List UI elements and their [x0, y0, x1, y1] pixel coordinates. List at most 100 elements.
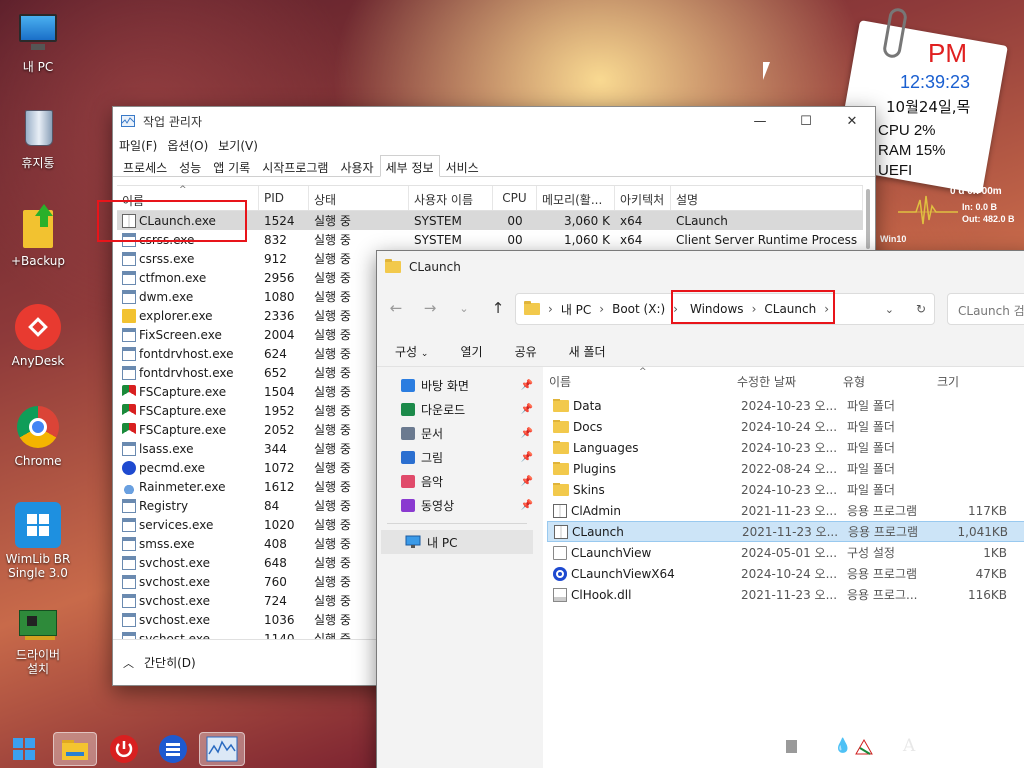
col-type[interactable]: 유형: [843, 373, 933, 390]
nav-item-pictures[interactable]: 그림 📌: [377, 445, 537, 469]
cell-type: 파일 폴더: [847, 483, 895, 497]
start-icon[interactable]: [4, 732, 44, 766]
tab-processes[interactable]: 프로세스: [117, 155, 173, 176]
desktop-icon-wimlib[interactable]: WimLib BR Single 3.0: [0, 502, 76, 580]
desktop-icon-anydesk[interactable]: AnyDesk: [0, 304, 76, 368]
maximize-button[interactable]: ☐: [783, 107, 829, 135]
breadcrumb-windows[interactable]: Windows: [690, 302, 744, 316]
menu-options[interactable]: 옵션(O): [167, 137, 208, 154]
chevron-up-icon[interactable]: ︿: [123, 655, 134, 671]
nav-item-this-pc[interactable]: 내 PC: [381, 530, 533, 554]
desktop-icon-label: Chrome: [14, 454, 62, 468]
search-input[interactable]: CLaunch 검색: [947, 293, 1024, 325]
desktop-icon-backup[interactable]: +Backup: [0, 204, 76, 268]
pin-icon[interactable]: 📌: [521, 500, 533, 511]
cell-name: Skins: [547, 482, 741, 497]
organize-button[interactable]: 구성 ⌄: [395, 343, 428, 360]
col-user[interactable]: 사용자 이름: [409, 186, 493, 210]
nav-item-music[interactable]: 음악 📌: [377, 469, 537, 493]
task-manager-icon[interactable]: [199, 732, 245, 766]
video-icon: [401, 498, 415, 512]
show-desktop-icon[interactable]: [786, 740, 797, 753]
address-bar[interactable]: › 내 PC › Boot (X:) › Windows › CLaunch ›…: [515, 293, 935, 325]
tab-performance[interactable]: 성능: [173, 155, 207, 176]
file-row[interactable]: Languages 2024-10-23 오... 파일 폴더: [547, 437, 1024, 458]
tab-bar: 프로세스 성능 앱 기록 시작프로그램 사용자 세부 정보 서비스: [113, 155, 875, 177]
dll-icon: [553, 587, 567, 602]
power-icon[interactable]: [104, 732, 144, 766]
back-arrow-icon[interactable]: ←: [383, 299, 409, 317]
file-row[interactable]: Docs 2024-10-24 오... 파일 폴더: [547, 416, 1024, 437]
menu-app-icon[interactable]: [153, 732, 193, 766]
file-name: ClAdmin: [571, 503, 621, 518]
breadcrumb-this-pc[interactable]: 내 PC: [561, 301, 591, 318]
pin-icon[interactable]: 📌: [521, 380, 533, 391]
tab-users[interactable]: 사용자: [334, 155, 379, 176]
file-row[interactable]: Plugins 2022-08-24 오... 파일 폴더: [547, 458, 1024, 479]
tab-app-history[interactable]: 앱 기록: [207, 155, 256, 176]
tab-services[interactable]: 서비스: [440, 155, 485, 176]
desktop-icon-chrome[interactable]: Chrome: [0, 404, 76, 468]
table-row[interactable]: csrss.exe 832 실행 중 SYSTEM 00 1,060 K x64 Client…: [117, 230, 863, 249]
pin-icon[interactable]: 📌: [521, 428, 533, 439]
tab-details[interactable]: 세부 정보: [379, 155, 440, 177]
desktop-icon-driver-install[interactable]: 드라이버 설치: [0, 604, 76, 676]
ime-tray-icon[interactable]: A: [903, 736, 915, 756]
minimize-button[interactable]: —: [737, 107, 783, 135]
col-size[interactable]: 크기: [933, 373, 1003, 390]
up-arrow-icon[interactable]: ↑: [485, 299, 511, 317]
desktop-icon-recycle-bin[interactable]: 휴지통: [0, 106, 76, 170]
new-folder-button[interactable]: 새 폴더: [569, 343, 606, 360]
nav-item-download[interactable]: 다운로드 📌: [377, 397, 537, 421]
fscapture-tray-icon[interactable]: [854, 738, 874, 756]
nav-item-label: 다운로드: [421, 402, 466, 417]
breadcrumb-claunch[interactable]: CLaunch: [764, 302, 816, 316]
forward-arrow-icon[interactable]: →: [417, 299, 443, 317]
file-row[interactable]: ClAdmin 2021-11-23 오... 응용 프로그램 117KB: [547, 500, 1024, 521]
menu-view[interactable]: 보기(V): [218, 137, 258, 154]
fewer-details-button[interactable]: 간단히(D): [144, 654, 196, 671]
cell-name: CLaunch: [548, 524, 742, 539]
col-name[interactable]: 이름: [117, 186, 259, 210]
col-date-modified[interactable]: 수정한 날짜: [737, 373, 843, 390]
claunch-icon: [554, 524, 568, 539]
col-arch[interactable]: 아키텍처: [615, 186, 671, 210]
scrollbar-thumb[interactable]: [866, 189, 870, 249]
menu-file[interactable]: 파일(F): [119, 137, 157, 154]
file-row[interactable]: Skins 2024-10-23 오... 파일 폴더: [547, 479, 1024, 500]
desktop-icon-label: 드라이버 설치: [15, 648, 61, 676]
open-button[interactable]: 열기: [460, 343, 482, 360]
nav-item-video[interactable]: 동영상 📌: [377, 493, 537, 517]
window-title: 작업 관리자: [143, 114, 203, 129]
desktop-icon-this-pc[interactable]: 내 PC: [0, 10, 76, 74]
address-dropdown-icon[interactable]: ⌄: [885, 303, 894, 316]
file-row[interactable]: CLaunchViewX64 2024-10-24 오... 응용 프로그램 47KB: [547, 563, 1024, 584]
widget-ram: RAM 15%: [878, 142, 946, 159]
file-row[interactable]: CLaunch 2021-11-23 오... 응용 프로그램 1,041KB: [547, 521, 1024, 542]
table-row[interactable]: CLaunch.exe 1524 실행 중 SYSTEM 00 3,060 K x64 CLa…: [117, 211, 863, 230]
file-row[interactable]: ClHook.dll 2021-11-23 오... 응용 프로그... 116KB: [547, 584, 1024, 605]
process-name: services.exe: [139, 517, 214, 532]
col-memory[interactable]: 메모리(활...: [537, 186, 615, 210]
nav-item-document[interactable]: 문서 📌: [377, 421, 537, 445]
col-cpu[interactable]: CPU: [493, 186, 537, 210]
col-pid[interactable]: PID: [259, 186, 309, 210]
rainmeter-tray-icon[interactable]: 💧: [834, 738, 851, 754]
nav-item-desktop[interactable]: 바탕 화면 📌: [377, 373, 537, 397]
file-row[interactable]: Data 2024-10-23 오... 파일 폴더: [547, 395, 1024, 416]
share-button[interactable]: 공유: [515, 343, 537, 360]
process-icon: [122, 270, 136, 285]
file-explorer-icon[interactable]: [53, 732, 97, 766]
file-row[interactable]: CLaunchView 2024-05-01 오... 구성 설정 1KB: [547, 542, 1024, 563]
col-desc[interactable]: 설명: [671, 186, 863, 210]
music-icon: [401, 474, 415, 488]
pin-icon[interactable]: 📌: [521, 452, 533, 463]
tab-startup[interactable]: 시작프로그램: [256, 155, 334, 176]
col-state[interactable]: 상태: [309, 186, 409, 210]
close-button[interactable]: ✕: [829, 107, 875, 135]
recent-dropdown-icon[interactable]: ⌄: [451, 302, 477, 315]
pin-icon[interactable]: 📌: [521, 476, 533, 487]
pin-icon[interactable]: 📌: [521, 404, 533, 415]
breadcrumb-boot-drive[interactable]: Boot (X:): [612, 302, 665, 316]
refresh-icon[interactable]: ↻: [916, 302, 926, 316]
